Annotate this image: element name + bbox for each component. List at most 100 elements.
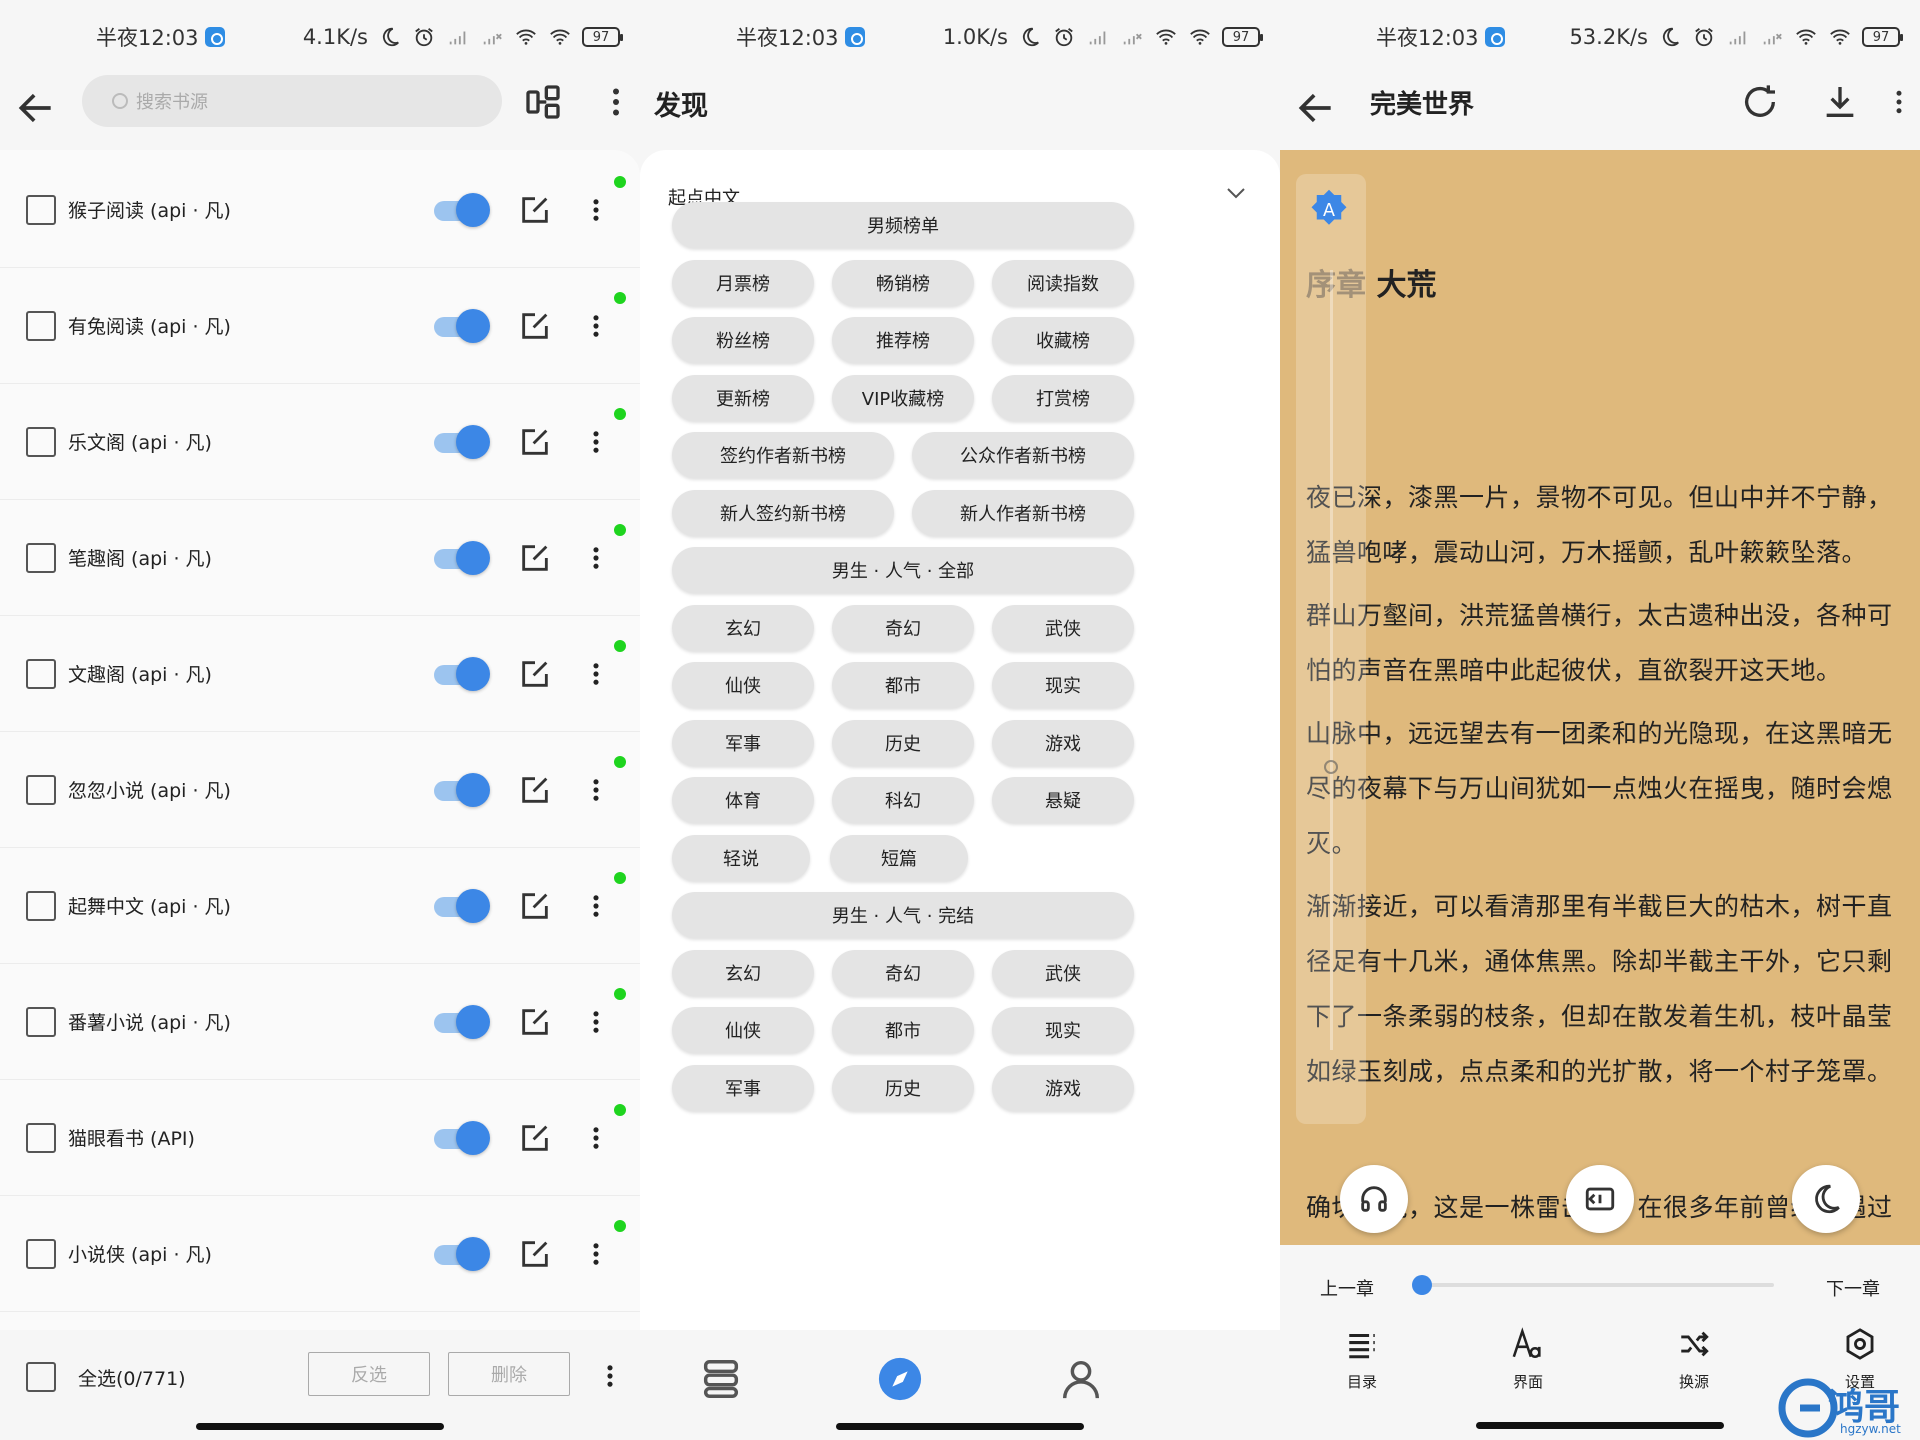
- category-chip[interactable]: 武侠: [992, 604, 1134, 651]
- edit-icon[interactable]: [518, 1237, 552, 1271]
- category-chip[interactable]: 男生 · 人气 · 完结: [672, 892, 1134, 938]
- category-chip[interactable]: 签约作者新书榜: [672, 432, 894, 478]
- source-checkbox[interactable]: [26, 426, 56, 457]
- edit-icon[interactable]: [518, 541, 552, 575]
- category-chip[interactable]: 畅销榜: [832, 259, 974, 306]
- source-toggle[interactable]: [432, 772, 490, 807]
- more-icon[interactable]: [582, 1002, 610, 1042]
- category-chip[interactable]: 游戏: [992, 719, 1134, 766]
- auto-brightness-icon[interactable]: A: [1308, 188, 1350, 230]
- next-chapter-button[interactable]: 下一章: [1826, 1275, 1880, 1301]
- edit-icon[interactable]: [518, 193, 552, 227]
- source-toggle[interactable]: [432, 540, 490, 575]
- edit-icon[interactable]: [518, 657, 552, 691]
- edit-icon[interactable]: [518, 1121, 552, 1155]
- bookshelf-icon[interactable]: [698, 1356, 744, 1402]
- source-toggle[interactable]: [432, 656, 490, 691]
- source-toggle[interactable]: [432, 888, 490, 923]
- category-chip[interactable]: 奇幻: [832, 949, 974, 996]
- source-checkbox[interactable]: [26, 542, 56, 573]
- source-checkbox[interactable]: [26, 1122, 56, 1153]
- source-checkbox[interactable]: [26, 1006, 56, 1037]
- source-row[interactable]: 番薯小说 (api · 凡): [0, 964, 640, 1080]
- category-chip[interactable]: 现实: [992, 1007, 1134, 1053]
- source-checkbox[interactable]: [26, 194, 56, 225]
- source-checkbox[interactable]: [26, 890, 56, 921]
- category-chip[interactable]: 都市: [832, 1007, 974, 1053]
- change-source-button[interactable]: 换源: [1654, 1327, 1734, 1392]
- chapter-progress-track[interactable]: [1422, 1283, 1774, 1287]
- auto-page-button[interactable]: [1566, 1165, 1634, 1233]
- category-chip[interactable]: 短篇: [830, 834, 968, 881]
- category-chip[interactable]: 历史: [832, 1064, 974, 1111]
- source-checkbox[interactable]: [26, 1238, 56, 1269]
- category-chip[interactable]: 军事: [672, 719, 814, 766]
- category-chip[interactable]: 悬疑: [992, 777, 1134, 823]
- category-chip[interactable]: VIP收藏榜: [832, 374, 974, 421]
- category-chip[interactable]: 公众作者新书榜: [912, 432, 1134, 478]
- night-mode-button[interactable]: [1792, 1165, 1860, 1233]
- source-row[interactable]: 猴子阅读 (api · 凡): [0, 152, 640, 268]
- category-chip[interactable]: 科幻: [832, 777, 974, 823]
- source-checkbox[interactable]: [26, 774, 56, 805]
- source-row[interactable]: 小说侠 (api · 凡): [0, 1196, 640, 1312]
- more-icon[interactable]: [582, 886, 610, 926]
- chevron-down-icon[interactable]: [1226, 186, 1246, 200]
- source-toggle[interactable]: [432, 192, 490, 227]
- download-icon[interactable]: [1820, 82, 1860, 122]
- category-chip[interactable]: 月票榜: [672, 259, 814, 306]
- compass-icon[interactable]: [877, 1356, 923, 1402]
- category-chip[interactable]: 阅读指数: [992, 259, 1134, 306]
- source-row[interactable]: 起舞中文 (api · 凡): [0, 848, 640, 964]
- category-chip[interactable]: 现实: [992, 662, 1134, 708]
- source-row[interactable]: 文趣阁 (api · 凡): [0, 616, 640, 732]
- category-chip[interactable]: 更新榜: [672, 374, 814, 421]
- edit-icon[interactable]: [518, 309, 552, 343]
- category-chip[interactable]: 游戏: [992, 1064, 1134, 1111]
- category-chip[interactable]: 武侠: [992, 949, 1134, 996]
- back-arrow-icon[interactable]: [1294, 86, 1338, 130]
- appearance-button[interactable]: 界面: [1488, 1327, 1568, 1392]
- category-chip[interactable]: 历史: [832, 719, 974, 766]
- prev-chapter-button[interactable]: 上一章: [1320, 1275, 1374, 1301]
- home-indicator[interactable]: [196, 1423, 444, 1430]
- more-icon[interactable]: [1884, 82, 1914, 122]
- category-chip[interactable]: 打赏榜: [992, 374, 1134, 421]
- more-icon[interactable]: [582, 422, 610, 462]
- refresh-icon[interactable]: [1740, 82, 1780, 122]
- toc-button[interactable]: 目录: [1322, 1327, 1402, 1392]
- source-row[interactable]: 猫眼看书 (API): [0, 1080, 640, 1196]
- category-chip[interactable]: 新人作者新书榜: [912, 489, 1134, 536]
- delete-button[interactable]: 删除: [448, 1352, 570, 1396]
- select-all-checkbox[interactable]: [26, 1362, 56, 1392]
- more-icon[interactable]: [582, 538, 610, 578]
- source-row[interactable]: 有兔阅读 (api · 凡): [0, 268, 640, 384]
- more-icon[interactable]: [598, 82, 634, 122]
- category-chip[interactable]: 推荐榜: [832, 317, 974, 363]
- category-chip[interactable]: 仙侠: [672, 1007, 814, 1053]
- category-chip[interactable]: 新人签约新书榜: [672, 489, 894, 536]
- category-chip[interactable]: 轻说: [672, 834, 810, 881]
- category-chip[interactable]: 都市: [832, 662, 974, 708]
- source-toggle[interactable]: [432, 308, 490, 343]
- edit-icon[interactable]: [518, 889, 552, 923]
- home-indicator[interactable]: [1476, 1422, 1724, 1429]
- reading-area[interactable]: 序章 大荒 夜已深，漆黑一片，景物不可见。但山中并不宁静，猛兽咆哮，震动山河，万…: [1280, 150, 1920, 1245]
- more-icon[interactable]: [582, 770, 610, 810]
- back-arrow-icon[interactable]: [14, 86, 58, 130]
- category-chip[interactable]: 奇幻: [832, 604, 974, 651]
- group-icon[interactable]: [523, 82, 563, 122]
- category-chip[interactable]: 玄幻: [672, 604, 814, 651]
- category-chip[interactable]: 体育: [672, 777, 814, 823]
- source-row[interactable]: 笔趣阁 (api · 凡): [0, 500, 640, 616]
- source-row[interactable]: 忽忽小说 (api · 凡): [0, 732, 640, 848]
- source-row[interactable]: 乐文阁 (api · 凡): [0, 384, 640, 500]
- source-toggle[interactable]: [432, 1004, 490, 1039]
- source-checkbox[interactable]: [26, 310, 56, 341]
- category-chip[interactable]: 仙侠: [672, 662, 814, 708]
- source-toggle[interactable]: [432, 424, 490, 459]
- more-icon[interactable]: [582, 654, 610, 694]
- invert-button[interactable]: 反选: [308, 1352, 430, 1396]
- brightness-handle[interactable]: [1324, 760, 1338, 774]
- more-icon[interactable]: [582, 306, 610, 346]
